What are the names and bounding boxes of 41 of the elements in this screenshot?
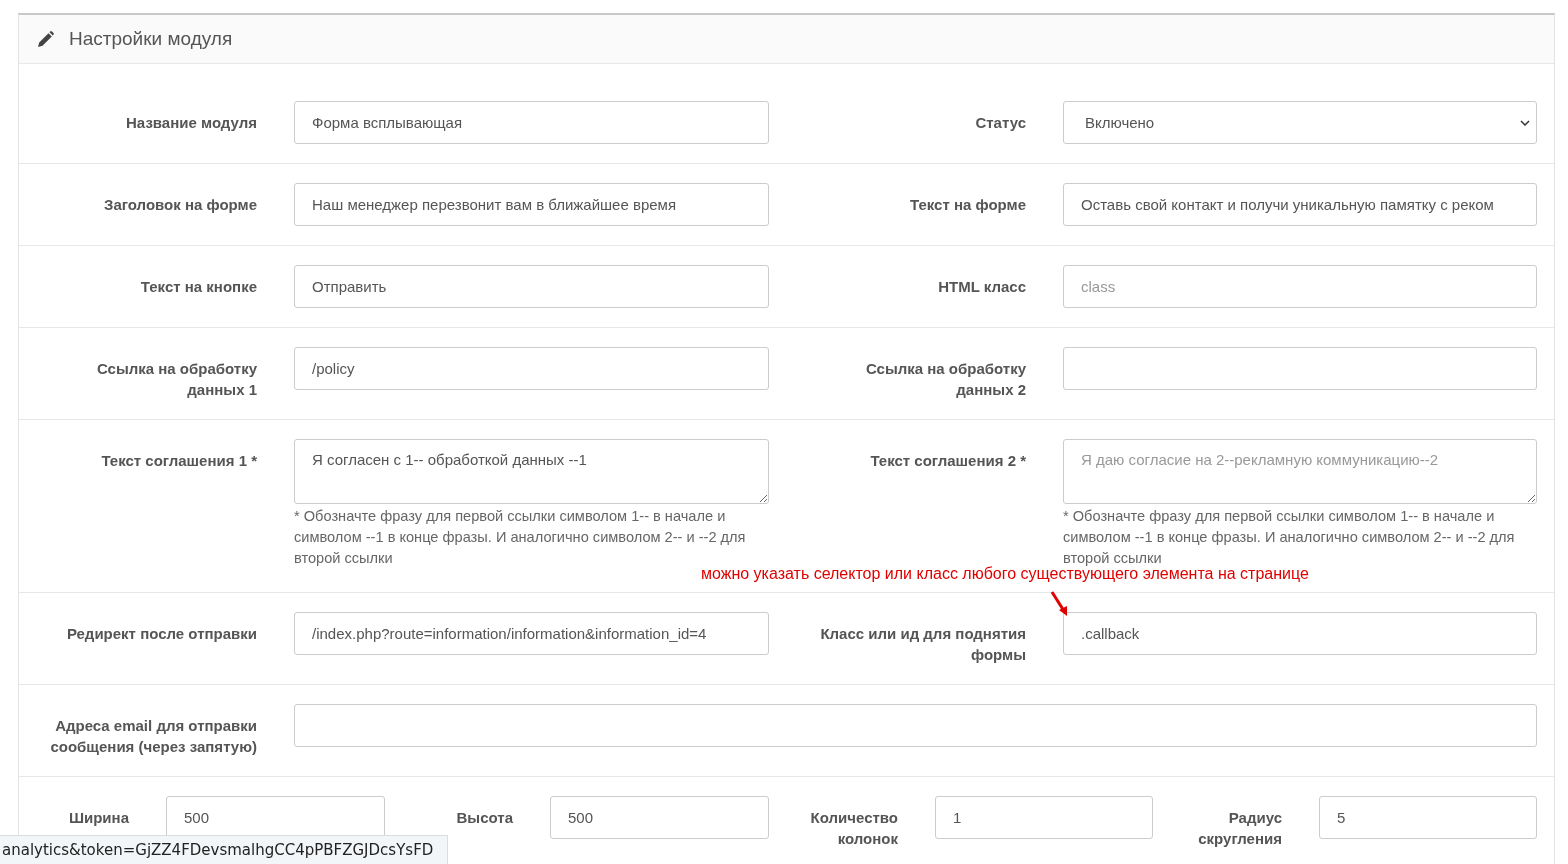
text-field[interactable]: Оставь свой контакт и получи уникальную памятку с реком bbox=[1063, 183, 1537, 226]
panel-title: Настройки модуля bbox=[69, 28, 233, 50]
text-field[interactable]: 1 bbox=[935, 796, 1153, 839]
field-label: Редирект после отправки bbox=[66, 625, 257, 642]
field-label: HTML класс bbox=[938, 278, 1026, 295]
field-label: Высота bbox=[456, 809, 513, 826]
field-label: Текст соглашения 1 * bbox=[101, 452, 257, 469]
text-field[interactable] bbox=[294, 704, 1537, 747]
text-field[interactable]: Наш менеджер перезвонит вам в ближайшее время bbox=[294, 183, 769, 226]
annotation-text: можно указать селектор или класс любого существующего элемента на странице bbox=[701, 565, 1309, 583]
field-label: Заголовок на форме bbox=[104, 196, 257, 213]
status-select[interactable]: Включено bbox=[1063, 101, 1537, 144]
field-label: Класс или ид для поднятия формы bbox=[820, 625, 1026, 663]
field-label: Ширина bbox=[68, 809, 129, 826]
text-field[interactable]: class bbox=[1063, 265, 1537, 308]
text-field[interactable]: Отправить bbox=[294, 265, 769, 308]
field-label: Ссылка на обработку данных 1 bbox=[96, 360, 257, 398]
field-label: Количество колонок bbox=[810, 809, 898, 847]
field-label: Текст соглашения 2 * bbox=[870, 452, 1026, 469]
help-text: * Обозначте фразу для первой ссылки символом 1-- в начале и символом --1 в конце фразы. И аналогично символом 2-- и --2 для второй ссылки bbox=[294, 507, 747, 568]
text-field[interactable]: /index.php?route=information/information&information_id=4 bbox=[294, 612, 769, 655]
field-label: Адреса email для отправки сообщения (через запятую) bbox=[50, 717, 257, 755]
text-field[interactable]: Форма всплывающая bbox=[294, 101, 769, 144]
help-text: * Обозначте фразу для первой ссылки символом 1-- в начале и символом --1 в конце фразы. И аналогично символом 2-- и --2 для второй ссылки bbox=[1063, 507, 1516, 568]
text-field[interactable] bbox=[1063, 347, 1537, 390]
text-area[interactable]: Я согласен с 1-- обработкой данных --1 bbox=[294, 439, 769, 504]
field-label: Название модуля bbox=[126, 114, 257, 131]
pencil-icon bbox=[37, 30, 54, 48]
field-label: Текст на кнопке bbox=[140, 278, 257, 295]
text-area[interactable]: Я даю согласие на 2--рекламную коммуникацию--2 bbox=[1063, 439, 1537, 504]
field-label: Ссылка на обработку данных 2 bbox=[865, 360, 1026, 398]
field-label: Статус bbox=[975, 114, 1026, 131]
field-label: Радиус скругления bbox=[1198, 809, 1282, 847]
text-field[interactable]: 500 bbox=[550, 796, 769, 839]
text-field[interactable]: 5 bbox=[1319, 796, 1537, 839]
field-label: Текст на форме bbox=[910, 196, 1026, 213]
chevron-down-icon bbox=[1520, 119, 1530, 126]
annotation-arrow bbox=[1050, 591, 1070, 617]
status-url-tooltip: analytics&token=GjZZ4FDevsmalhgCC4pPBFZGJDcsYsFD bbox=[0, 835, 449, 864]
text-field[interactable]: /policy bbox=[294, 347, 769, 390]
text-field[interactable]: .callback bbox=[1063, 612, 1537, 655]
